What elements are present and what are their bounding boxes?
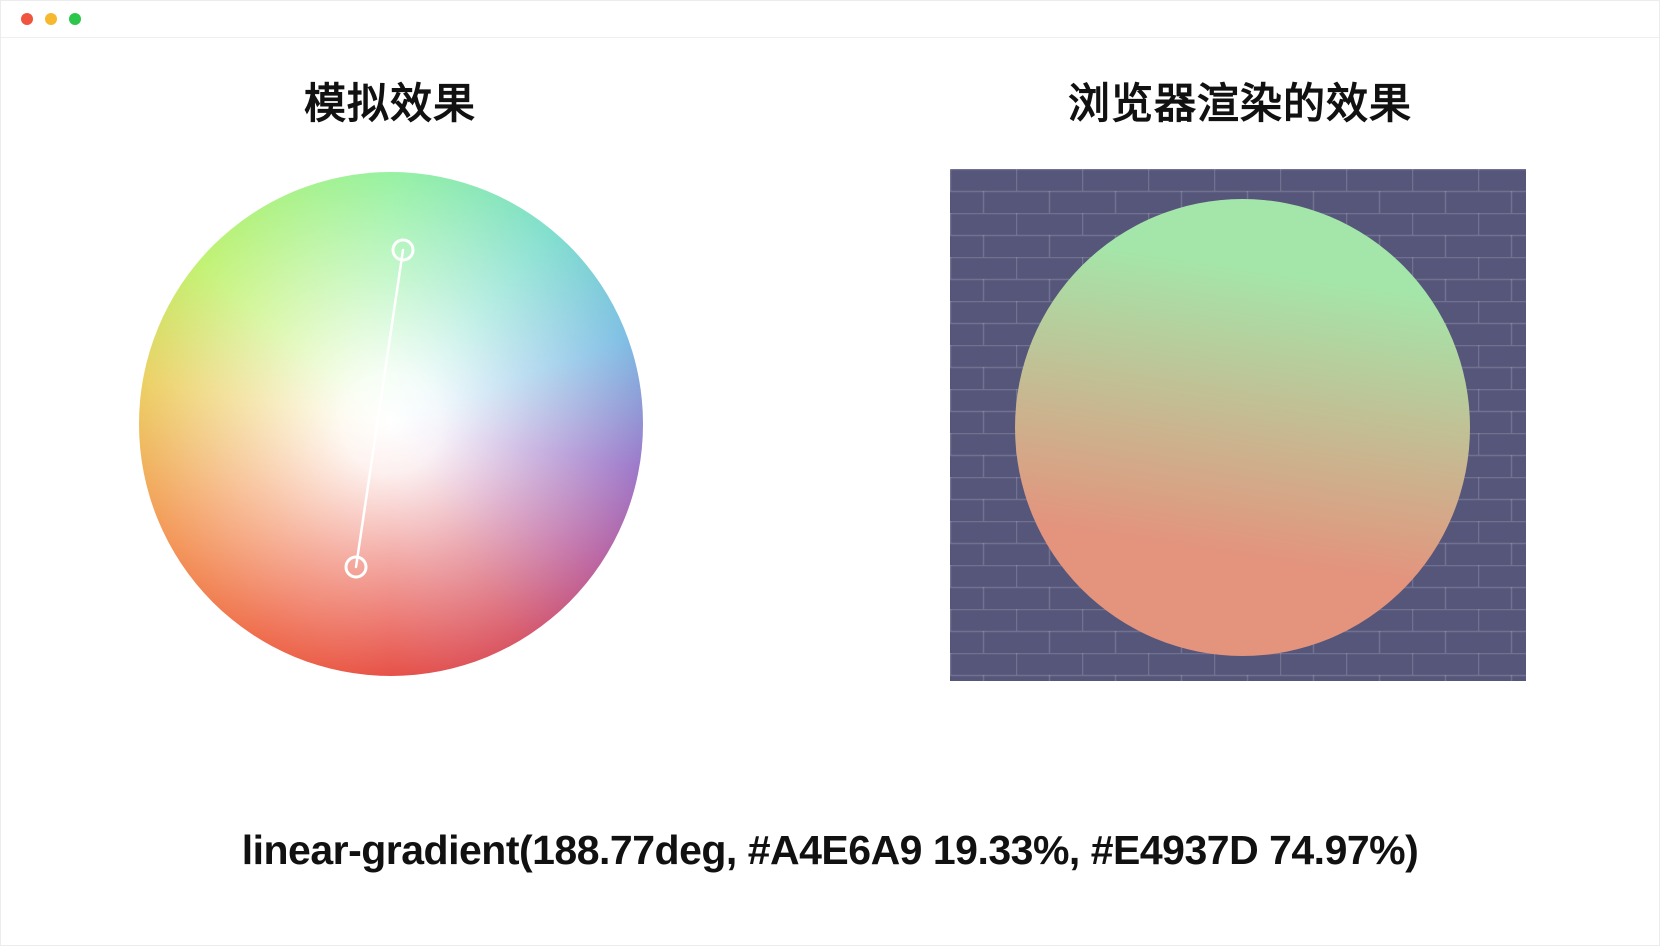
minimize-window-button[interactable]	[45, 13, 57, 25]
close-window-button[interactable]	[21, 13, 33, 25]
zoom-window-button[interactable]	[69, 13, 81, 25]
window-titlebar	[1, 1, 1659, 38]
gradient-direction-line	[354, 248, 405, 569]
rendered-gradient-circle	[1015, 199, 1470, 656]
simulated-effect-title: 模拟效果	[303, 79, 476, 128]
gradient-direction-overlay	[344, 238, 415, 579]
css-gradient-code: linear-gradient(188.77deg, #A4E6A9 19.33…	[241, 827, 1419, 873]
browser-render-title: 浏览器渲染的效果	[1067, 79, 1412, 128]
